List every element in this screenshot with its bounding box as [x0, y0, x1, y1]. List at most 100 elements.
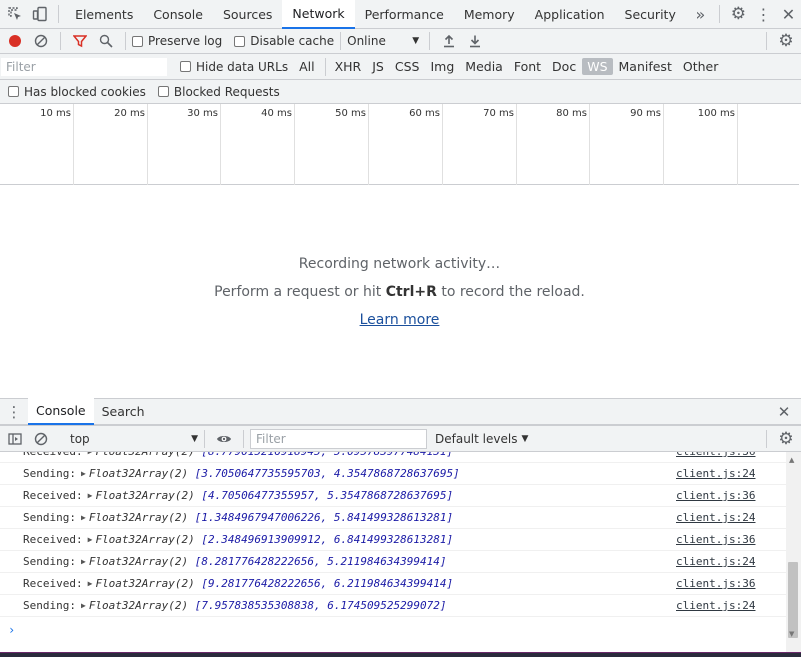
export-har-icon[interactable] [462, 28, 488, 54]
clear-icon[interactable] [28, 28, 54, 54]
tab-security[interactable]: Security [615, 0, 686, 29]
expand-triangle-icon[interactable]: ▶ [88, 579, 93, 588]
reload-hint-before: Perform a request or hit [214, 284, 386, 300]
console-settings-icon[interactable]: ⚙ [773, 426, 799, 452]
scroll-up-arrow[interactable]: ▲ [789, 456, 794, 464]
console-message[interactable]: Sending: ▶ Float32Array(2) [7.957838535308… [0, 595, 786, 617]
message-source-link[interactable]: client.js:36 [676, 577, 786, 590]
learn-more-link[interactable]: Learn more [360, 312, 440, 328]
tab-application[interactable]: Application [525, 0, 615, 29]
console-message[interactable]: Sending: ▶ Float32Array(2) [3.705064773559… [0, 463, 786, 485]
import-har-icon[interactable] [436, 28, 462, 54]
console-message[interactable]: Received: ▶ Float32Array(2) [4.70506477355… [0, 485, 786, 507]
scroll-down-arrow[interactable]: ▼ [789, 630, 794, 638]
network-settings-icon[interactable]: ⚙ [773, 28, 799, 54]
settings-gear-icon[interactable]: ⚙ [726, 1, 751, 27]
tab-sources[interactable]: Sources [213, 0, 282, 29]
message-source-link[interactable]: client.js:24 [676, 555, 786, 568]
message-object-type[interactable]: Float32Array(2) [89, 511, 188, 524]
filter-input[interactable]: Filter [1, 57, 167, 76]
message-object-type[interactable]: Float32Array(2) [89, 555, 188, 568]
message-label: Received: [23, 452, 83, 458]
expand-triangle-icon[interactable]: ▶ [81, 513, 86, 522]
filter-icon[interactable] [67, 28, 93, 54]
message-source-link[interactable]: client.js:24 [676, 511, 786, 524]
type-all[interactable]: All [294, 58, 320, 75]
record-icon[interactable] [2, 28, 28, 54]
message-object-type[interactable]: Float32Array(2) [95, 577, 194, 590]
type-manifest[interactable]: Manifest [614, 58, 677, 75]
checkbox-box[interactable] [8, 86, 19, 97]
console-message[interactable]: Sending: ▶ Float32Array(2) [1.348496794700… [0, 507, 786, 529]
type-img[interactable]: Img [425, 58, 459, 75]
expand-triangle-icon[interactable]: ▶ [81, 469, 86, 478]
type-ws[interactable]: WS [582, 58, 613, 75]
network-overview-timeline[interactable]: 10 ms 20 ms 30 ms 40 ms 50 ms 60 ms 70 ms 80 ms… [0, 104, 799, 185]
tab-console[interactable]: Console [143, 0, 213, 29]
console-message[interactable]: Sending: ▶ Float32Array(2) [8.281776428222… [0, 551, 786, 573]
type-other[interactable]: Other [678, 58, 724, 75]
checkbox-box[interactable] [157, 86, 169, 97]
preserve-log-checkbox[interactable]: Preserve log [132, 34, 222, 48]
more-tabs-icon[interactable]: » [688, 1, 713, 27]
context-selector[interactable]: top ▼ [66, 430, 202, 448]
inspect-element-icon[interactable] [2, 1, 27, 27]
console-message[interactable]: Received: ▶ Float32Array(2) [9.28177642822… [0, 573, 786, 595]
console-message[interactable]: Received: ▶ Float32Array(2) [2.34849691390… [0, 529, 786, 551]
checkbox-box[interactable] [234, 35, 246, 47]
drawer-tab-console[interactable]: Console [28, 398, 94, 425]
has-blocked-cookies-checkbox[interactable]: Has blocked cookies [8, 85, 146, 99]
expand-triangle-icon[interactable]: ▶ [88, 491, 93, 500]
device-toolbar-icon[interactable] [27, 1, 52, 27]
chevron-down-icon: ▼ [521, 433, 529, 444]
show-sidebar-icon[interactable] [2, 426, 28, 452]
throttling-select[interactable]: Online ▼ [347, 34, 419, 48]
blocked-requests-checkbox[interactable]: Blocked Requests [157, 85, 280, 99]
expand-triangle-icon[interactable]: ▶ [81, 601, 86, 610]
tab-network[interactable]: Network [282, 0, 355, 29]
console-messages[interactable]: Received:▶Float32Array(2) [8.77901521691… [0, 452, 786, 652]
console-prompt-icon[interactable]: › [8, 623, 15, 637]
console-scrollbar[interactable]: ▲ ▼ [786, 452, 801, 652]
tab-memory[interactable]: Memory [454, 0, 525, 29]
drawer-tab-search[interactable]: Search [94, 398, 153, 425]
expand-triangle-icon[interactable]: ▶ [81, 557, 86, 566]
type-xhr[interactable]: XHR [330, 58, 367, 75]
clear-console-icon[interactable] [28, 426, 54, 452]
type-doc[interactable]: Doc [547, 58, 581, 75]
close-drawer-icon[interactable]: ✕ [771, 399, 797, 425]
console-filter-input[interactable]: Filter [250, 428, 427, 449]
tab-elements[interactable]: Elements [65, 0, 143, 29]
drawer-menu-icon[interactable]: ⋮ [0, 399, 28, 425]
console-message[interactable]: Received: ▶Float32Array(2) [8.77901521691… [0, 452, 786, 463]
type-css[interactable]: CSS [390, 58, 425, 75]
expand-triangle-icon[interactable]: ▶ [88, 452, 93, 456]
disable-cache-checkbox[interactable]: Disable cache [234, 34, 334, 48]
type-font[interactable]: Font [509, 58, 546, 75]
hide-data-urls-checkbox[interactable]: Hide data URLs [180, 60, 288, 74]
checkbox-box[interactable] [132, 35, 143, 47]
type-media[interactable]: Media [460, 58, 508, 75]
message-source-link[interactable]: client.js:36 [676, 489, 786, 502]
tab-performance[interactable]: Performance [355, 0, 454, 29]
checkbox-box[interactable] [180, 61, 191, 72]
message-object-type[interactable]: Float32Array(2) [89, 599, 188, 612]
more-options-icon[interactable]: ⋮ [751, 1, 776, 27]
message-source-link[interactable]: client.js:36 [676, 452, 786, 458]
network-toolbar: Preserve log Disable cache Online ▼ ⚙ [0, 29, 801, 54]
scrollbar-thumb[interactable] [788, 562, 798, 638]
type-js[interactable]: JS [367, 58, 389, 75]
live-expression-eye-icon[interactable] [211, 426, 237, 452]
message-object-type[interactable]: Float32Array(2) [95, 533, 194, 546]
separator [429, 32, 431, 50]
close-devtools-icon[interactable]: ✕ [776, 1, 801, 27]
search-icon[interactable] [93, 28, 119, 54]
message-object-type[interactable]: Float32Array(2) [95, 489, 194, 502]
message-source-link[interactable]: client.js:36 [676, 533, 786, 546]
expand-triangle-icon[interactable]: ▶ [88, 535, 93, 544]
message-source-link[interactable]: client.js:24 [676, 599, 786, 612]
message-object-type[interactable]: Float32Array(2) [95, 452, 194, 458]
message-source-link[interactable]: client.js:24 [676, 467, 786, 480]
message-object-type[interactable]: Float32Array(2) [89, 467, 188, 480]
log-levels-select[interactable]: Default levels ▼ [435, 432, 528, 446]
